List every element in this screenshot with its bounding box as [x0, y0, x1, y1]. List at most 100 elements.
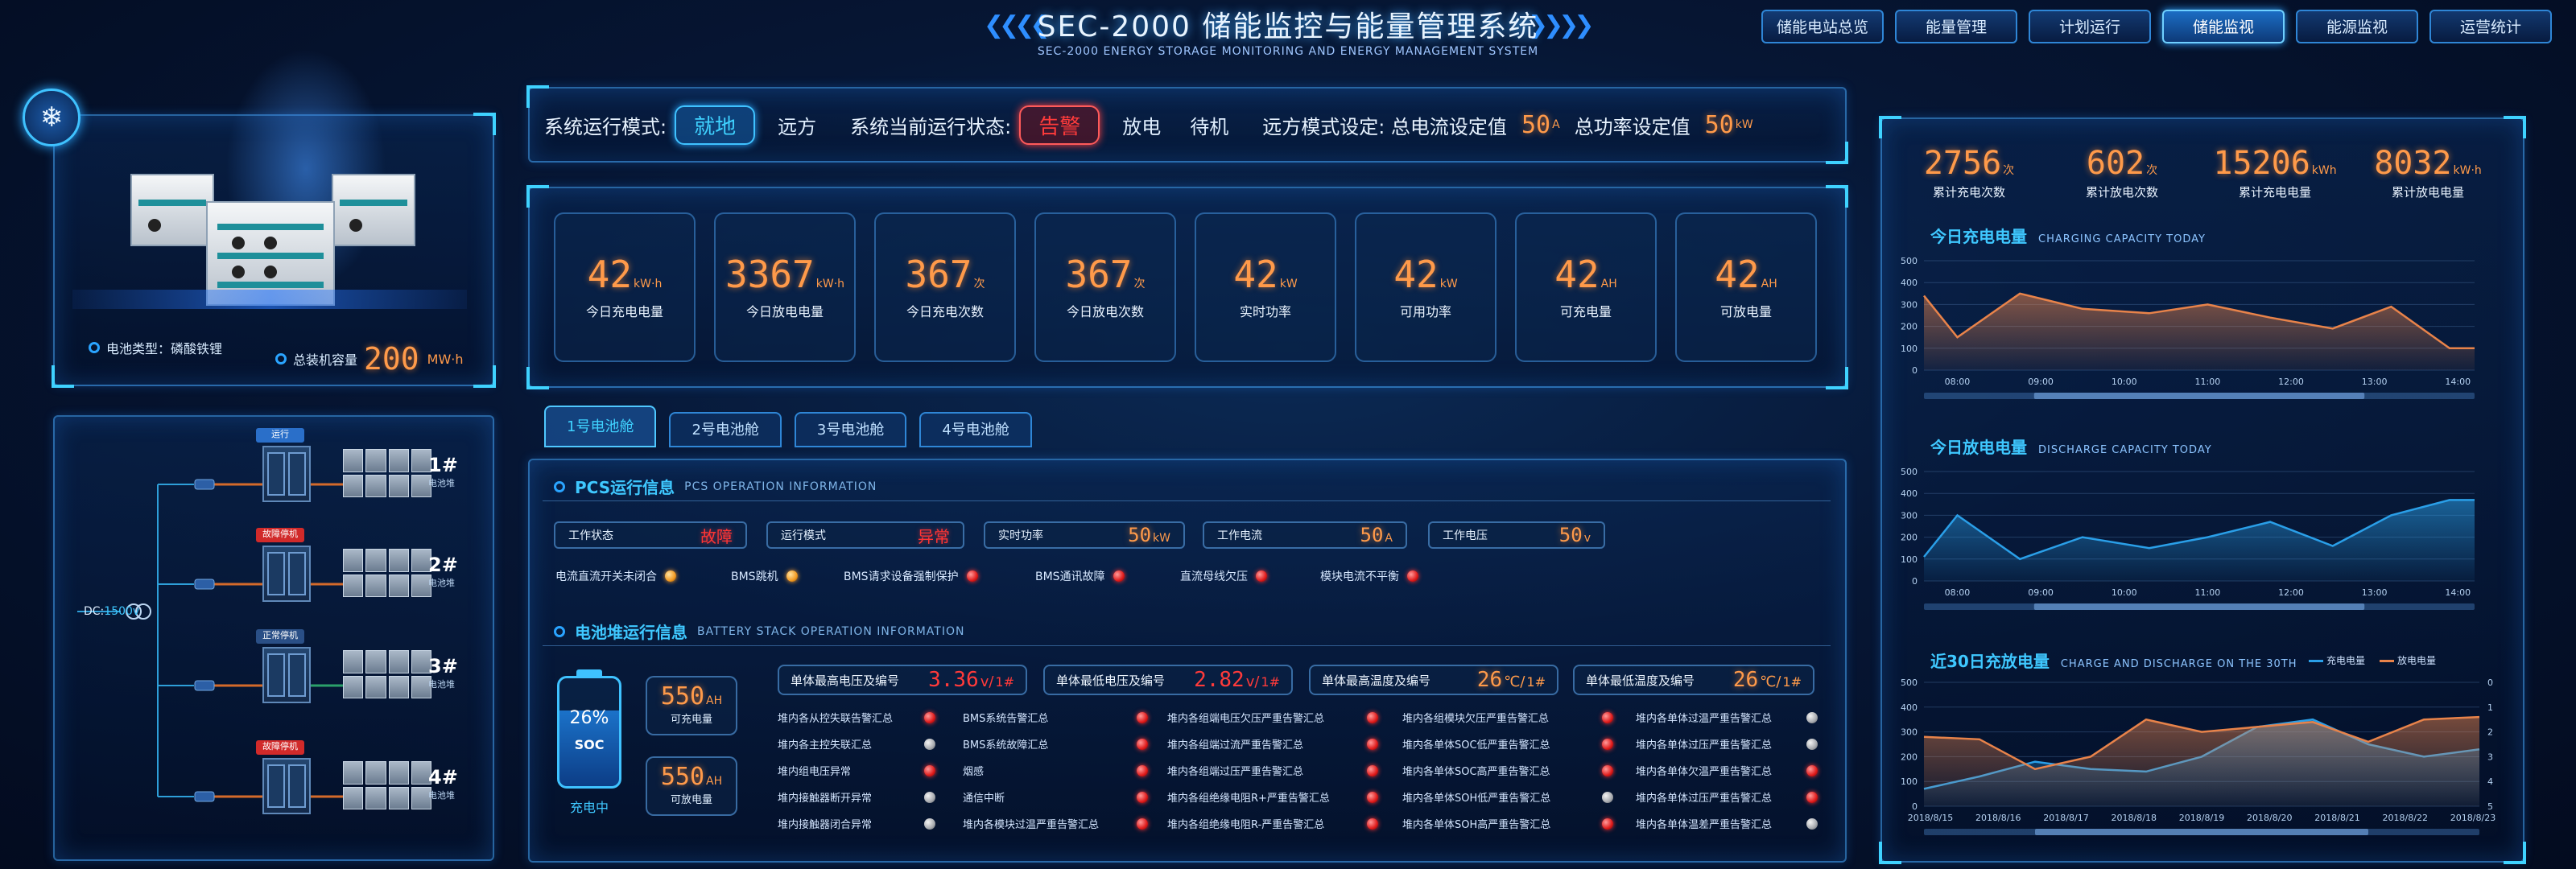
cell-extreme-value: 26 — [1732, 668, 1759, 692]
pcs-info-label: 运行模式 — [781, 529, 826, 542]
pcs-alarm-item: 电流直流开关未闭合 — [555, 568, 676, 584]
capacity-value: 200 — [364, 341, 419, 377]
stat-card: 42 kW 可用功率 — [1355, 212, 1496, 362]
tab-cabin-4[interactable]: 4号电池舱 — [919, 412, 1032, 447]
x-tick-label: 2018/8/21 — [2314, 813, 2359, 823]
battery-rack[interactable] — [343, 761, 431, 809]
alarm-led-icon — [1137, 764, 1148, 776]
battery-rack[interactable] — [343, 650, 431, 698]
nav-button-1[interactable]: 能量管理 — [1895, 10, 2017, 43]
cell-extreme-unit: v/ — [980, 673, 994, 690]
stack-alarm-item: BMS系统告警汇总 — [963, 710, 1148, 725]
current-setpoint-unit: A — [1552, 118, 1560, 131]
pcs-cabinet[interactable] — [262, 546, 311, 602]
stack-alarm-item: 堆内各单体过压严重告警汇总 — [1636, 789, 1818, 805]
cell-extreme-value: 3.36 — [928, 668, 979, 692]
mode-remote-button[interactable]: 远方 — [778, 111, 816, 139]
battery-rack[interactable] — [343, 449, 431, 497]
cell-extreme-index: 1# — [1261, 674, 1280, 690]
pcs-info-value: 50 — [1360, 524, 1384, 546]
state-alarm-badge[interactable]: 告警 — [1019, 105, 1100, 145]
alarm-led-icon — [1602, 764, 1613, 776]
mode-local-button[interactable]: 就地 — [675, 105, 756, 145]
stack-alarm-item: 通信中断 — [963, 789, 1148, 805]
y-tick-label: 100 — [1901, 776, 1918, 787]
cell-extreme-label: 单体最低温度及编号 — [1586, 673, 1695, 688]
cumulative-unit: kWh — [2311, 164, 2337, 177]
alarm-led-icon — [1113, 570, 1125, 582]
power-setting-label: 总功率设定值 — [1574, 115, 1690, 138]
stack-alarm-item: 堆内各单体SOC低严重告警汇总 — [1402, 736, 1613, 752]
cumulative-value: 2756 — [1923, 145, 2002, 182]
nav-button-5[interactable]: 运营统计 — [2429, 10, 2552, 43]
page-subtitle: SEC-2000 ENERGY STORAGE MONITORING AND E… — [1037, 45, 1539, 58]
stat-value: 3367 — [724, 253, 815, 296]
y-tick-label: 500 — [1901, 467, 1918, 477]
pcs-info-label: 工作电压 — [1443, 529, 1488, 542]
legend-charge: 充电电量 — [2309, 653, 2365, 667]
stat-unit: AH — [1761, 278, 1777, 290]
pcs-cabinet[interactable] — [262, 758, 311, 814]
y-tick-label: 100 — [1901, 344, 1918, 354]
unit-sub-label: 电池堆 — [428, 578, 455, 588]
x-tick-label: 2018/8/19 — [2179, 813, 2224, 823]
unit-status-tag: 正常停机 — [256, 629, 304, 644]
x-tick-label: 09:00 — [2028, 587, 2054, 598]
battery-rack[interactable] — [343, 549, 431, 597]
y-tick-label: 500 — [1901, 256, 1918, 266]
cumulative-value: 602 — [2086, 145, 2145, 182]
chart-scrollbar-thumb — [2033, 393, 2365, 399]
alarm-led-icon — [1602, 791, 1613, 803]
pcs-info-box: 工作电流 50 A — [1203, 521, 1407, 549]
nav-button-4[interactable]: 能源监视 — [2296, 10, 2418, 43]
bullet-ring-icon — [554, 480, 565, 492]
alarm-led-icon — [924, 791, 935, 803]
nav-button-3[interactable]: 储能监视 — [2162, 10, 2285, 43]
alarm-led-icon — [1137, 791, 1148, 803]
nav-button-2[interactable]: 计划运行 — [2029, 10, 2151, 43]
cell-extreme-box: 单体最高温度及编号 26 ℃/1# — [1309, 665, 1558, 695]
cell-extreme-unit: v/ — [1245, 673, 1260, 690]
y-tick-label: 0 — [1912, 576, 1918, 587]
state-standby-button[interactable]: 待机 — [1190, 111, 1228, 139]
x-tick-label: 10:00 — [2112, 377, 2137, 387]
alarm-led-icon — [1806, 791, 1818, 803]
alarm-led-icon — [924, 764, 935, 776]
pcs-info-unit: v — [1583, 532, 1591, 545]
pcs-cabinet[interactable] — [262, 446, 311, 502]
alarm-led-icon — [1602, 818, 1613, 830]
x-tick-label: 2018/8/15 — [1908, 813, 1953, 823]
x-tick-label: 12:00 — [2278, 377, 2304, 387]
discharge-today-chart: 0 100 200 300 400 500 08:00 09:00 10:00 11:00 12:0… — [1901, 467, 2475, 610]
capacity-label: 总装机容量 — [293, 352, 358, 368]
chart3-title: 近30日充放电量 CHARGE AND DISCHARGE ON THE 30TH — [1930, 652, 2297, 671]
stat-label: 今日充电次数 — [906, 304, 984, 319]
battery-type-text: 电池类型：磷酸铁锂 — [106, 341, 223, 356]
battery-cabinet-image — [72, 48, 467, 309]
bullet-ring-icon — [275, 353, 287, 364]
pcs-cabinet[interactable] — [262, 647, 311, 703]
alarm-led-icon — [1806, 711, 1818, 723]
pcs-info-box: 运行模式 异常 — [766, 521, 964, 549]
tab-cabin-1[interactable]: 1号电池舱 — [544, 406, 657, 447]
stack-section-title: 电池堆运行信息 BATTERY STACK OPERATION INFORMAT… — [554, 620, 964, 643]
y-tick-label: 400 — [1901, 488, 1918, 499]
stack-alarm-item: 堆内各单体SOC高严重告警汇总 — [1402, 763, 1613, 778]
capacity-unit: MW·h — [427, 351, 464, 367]
stack-alarm-item: 堆内接触器闭合异常 — [778, 816, 935, 831]
cell-extreme-value: 26 — [1476, 668, 1503, 692]
alarm-led-icon — [924, 818, 935, 830]
power-setpoint-unit: kW — [1735, 118, 1753, 131]
charge-capacity-box: 550 AH 可充电量 — [646, 676, 737, 735]
nav-button-0[interactable]: 储能电站总览 — [1761, 10, 1884, 43]
y2-tick-label: 0 — [2487, 677, 2493, 688]
pcs-info-value: 50 — [1128, 524, 1152, 546]
stack-alarm-grid: 堆内各从控失联告警汇总 堆内各主控失联汇总 堆内组电压异常 堆内接触器断开异常 堆内接触… — [773, 710, 1819, 831]
page-title: SEC-2000 储能监控与能量管理系统 — [1037, 10, 1539, 43]
soc-label: SOC — [574, 737, 605, 752]
tab-cabin-3[interactable]: 3号电池舱 — [794, 412, 907, 447]
state-discharge-button[interactable]: 放电 — [1122, 111, 1161, 139]
pcs-alarm-item: BMS请求设备强制保护 — [844, 568, 978, 584]
unit-label: 4# — [428, 766, 458, 789]
tab-cabin-2[interactable]: 2号电池舱 — [669, 412, 782, 447]
